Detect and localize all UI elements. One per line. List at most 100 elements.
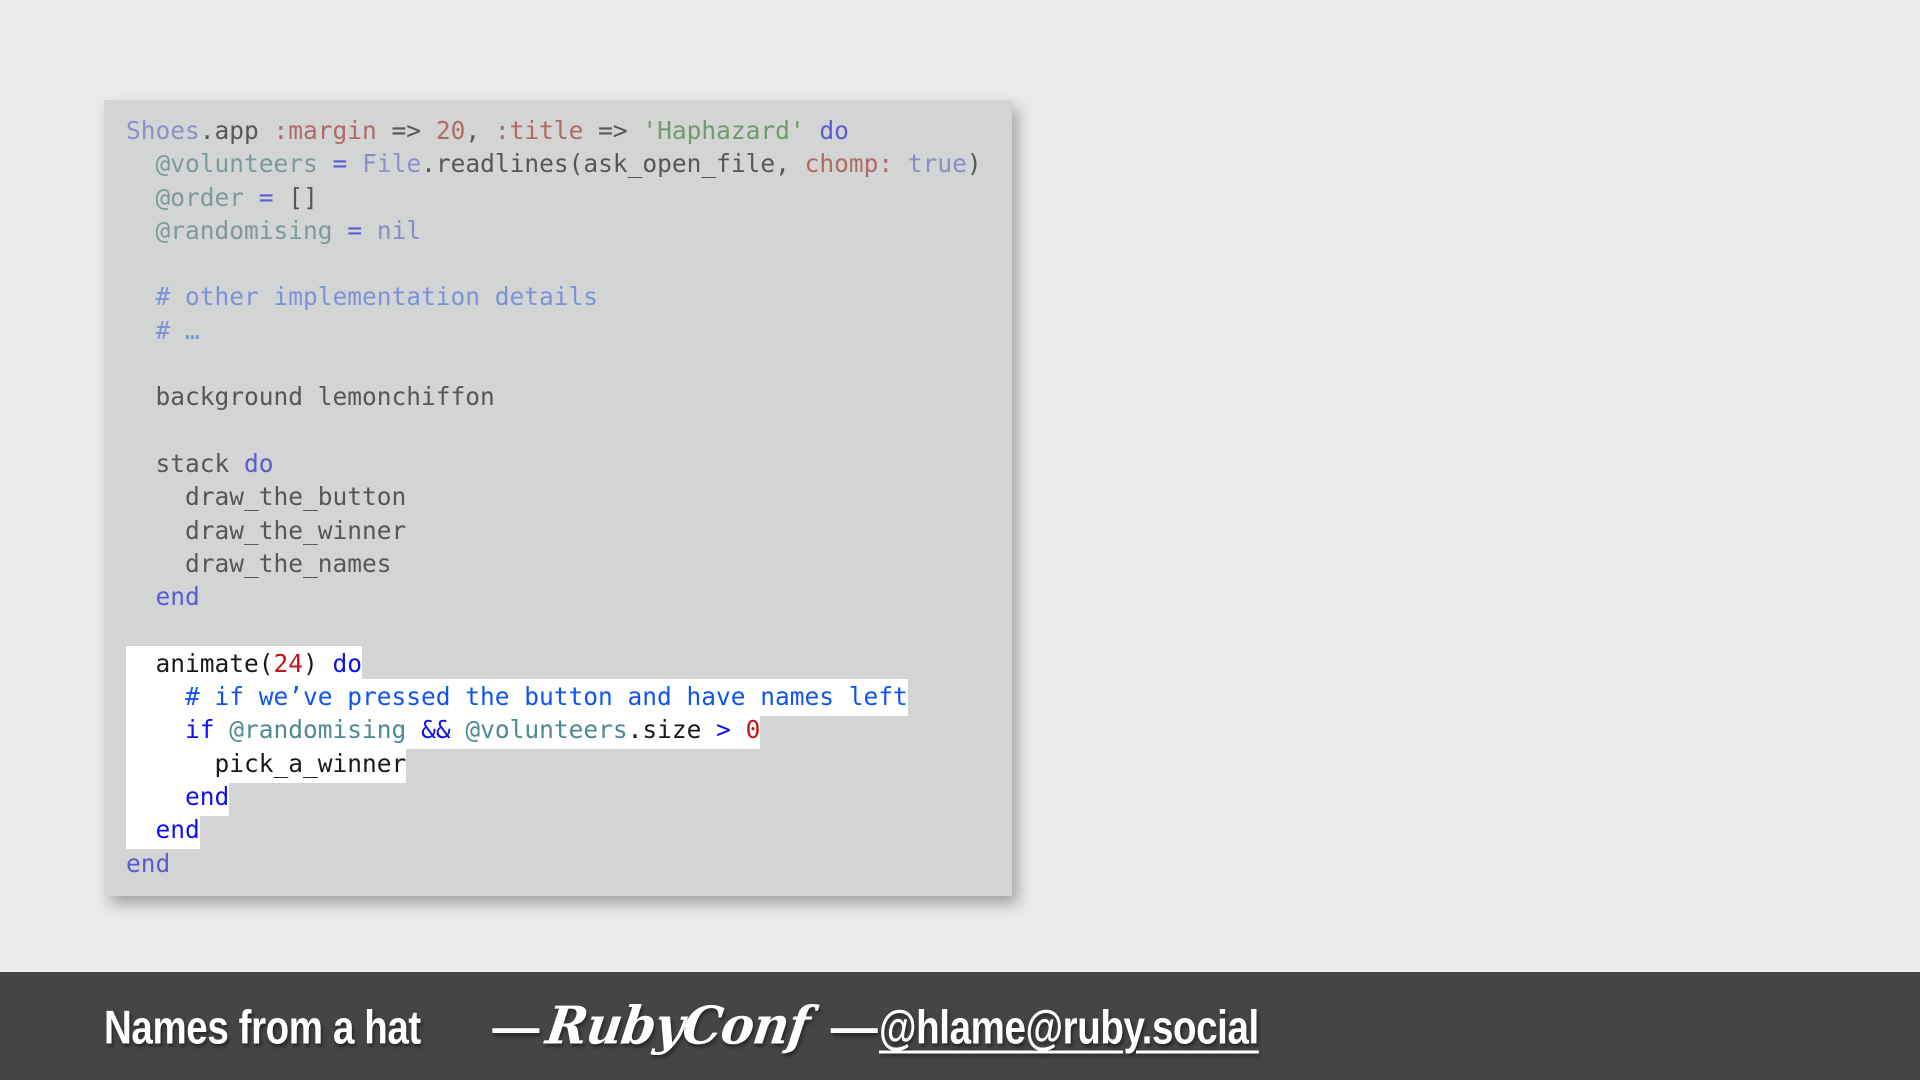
code-line: draw_the_button <box>126 480 1012 513</box>
code-token: end <box>126 848 171 878</box>
code-token: , <box>465 116 495 145</box>
code-token: File <box>362 149 422 179</box>
code-token: pick_a_winner <box>126 748 407 778</box>
code-span: @order = [] <box>126 183 318 212</box>
code-panel: Shoes.app :margin => 20, :title => 'Haph… <box>104 100 1012 896</box>
code-token: end <box>185 781 230 811</box>
code-token: nil <box>376 215 422 245</box>
code-token: .app <box>199 116 274 145</box>
code-token: background lemonchiffon <box>126 382 495 412</box>
footer-title: Names from a hat <box>104 1000 421 1054</box>
code-span: Shoes.app :margin => 20, :title => 'Haph… <box>126 116 849 145</box>
code-token: draw_the_names <box>126 548 392 578</box>
footer-dash-1: — <box>492 1000 539 1054</box>
code-line: end <box>126 778 1012 816</box>
code-token: && <box>421 715 451 745</box>
code-token: > <box>716 715 731 745</box>
code-line: end <box>126 580 1012 613</box>
code-line: pick_a_winner <box>126 745 1012 783</box>
code-block: Shoes.app :margin => 20, :title => 'Haph… <box>104 114 1012 880</box>
code-token: ) <box>303 648 333 678</box>
highlighted-code-span: pick_a_winner <box>126 745 407 783</box>
code-token: .readlines(ask_open_file, <box>421 149 805 179</box>
code-token: draw_the_winner <box>126 515 407 545</box>
code-span: draw_the_names <box>126 549 392 578</box>
code-token: = <box>332 149 348 179</box>
code-line: @randomising = nil <box>126 214 1012 247</box>
code-token: # … <box>155 315 200 345</box>
code-line: # … <box>126 314 1012 347</box>
code-line: Shoes.app :margin => 20, :title => 'Haph… <box>126 114 1012 147</box>
code-token: 24 <box>273 648 304 678</box>
code-token: 'Haphazard' <box>642 116 805 145</box>
code-token: = <box>258 182 274 212</box>
highlighted-code-span: end <box>126 812 200 850</box>
code-token: chomp: <box>804 149 894 179</box>
speaker-handle-link[interactable]: @hlame@ruby.social <box>879 1000 1259 1055</box>
code-token: 0 <box>745 715 761 745</box>
code-line: draw_the_names <box>126 547 1012 580</box>
code-token: do <box>332 648 363 678</box>
code-line: @volunteers = File.readlines(ask_open_fi… <box>126 147 1012 180</box>
highlighted-code-span: # if we’ve pressed the button and have n… <box>126 679 908 717</box>
code-token: stack <box>126 448 245 478</box>
code-span: @randomising = nil <box>126 215 422 245</box>
code-token: => <box>583 116 643 145</box>
code-span: @volunteers = File.readlines(ask_open_fi… <box>126 149 982 178</box>
code-token: @volunteers <box>465 715 628 745</box>
code-token: @randomising <box>155 215 333 245</box>
code-token: animate( <box>126 648 274 678</box>
code-span: stack do <box>126 449 274 478</box>
code-token: if <box>185 715 215 745</box>
code-token: do <box>819 116 849 145</box>
code-line: animate(24) do <box>126 645 1012 683</box>
code-span: # … <box>126 316 200 345</box>
code-token: = <box>347 215 363 245</box>
code-token: draw_the_button <box>126 482 407 512</box>
code-token: :title <box>494 116 584 145</box>
code-token: Shoes <box>126 116 200 145</box>
code-span: draw_the_button <box>126 482 406 511</box>
code-token: do <box>244 448 274 478</box>
code-token: end <box>155 815 200 845</box>
code-line: draw_the_winner <box>126 514 1012 547</box>
code-token: end <box>155 582 200 612</box>
code-line: if @randomising && @volunteers.size > 0 <box>126 712 1012 750</box>
code-line: # other implementation details <box>126 280 1012 313</box>
code-token: @randomising <box>229 715 407 745</box>
code-span: draw_the_winner <box>126 516 406 545</box>
rubyconf-wordmark: RubyConf <box>542 995 813 1057</box>
code-token: [] <box>273 182 318 212</box>
code-line: background lemonchiffon <box>126 380 1012 413</box>
slide: Shoes.app :margin => 20, :title => 'Haph… <box>0 0 1920 1080</box>
code-token: true <box>907 149 967 179</box>
code-line: # if we’ve pressed the button and have n… <box>126 679 1012 717</box>
code-span: background lemonchiffon <box>126 382 495 411</box>
code-span: end <box>126 849 170 878</box>
highlighted-code-span: if @randomising && @volunteers.size > 0 <box>126 712 761 750</box>
code-token: 20 <box>435 116 466 145</box>
highlighted-code-span: end <box>126 778 230 816</box>
